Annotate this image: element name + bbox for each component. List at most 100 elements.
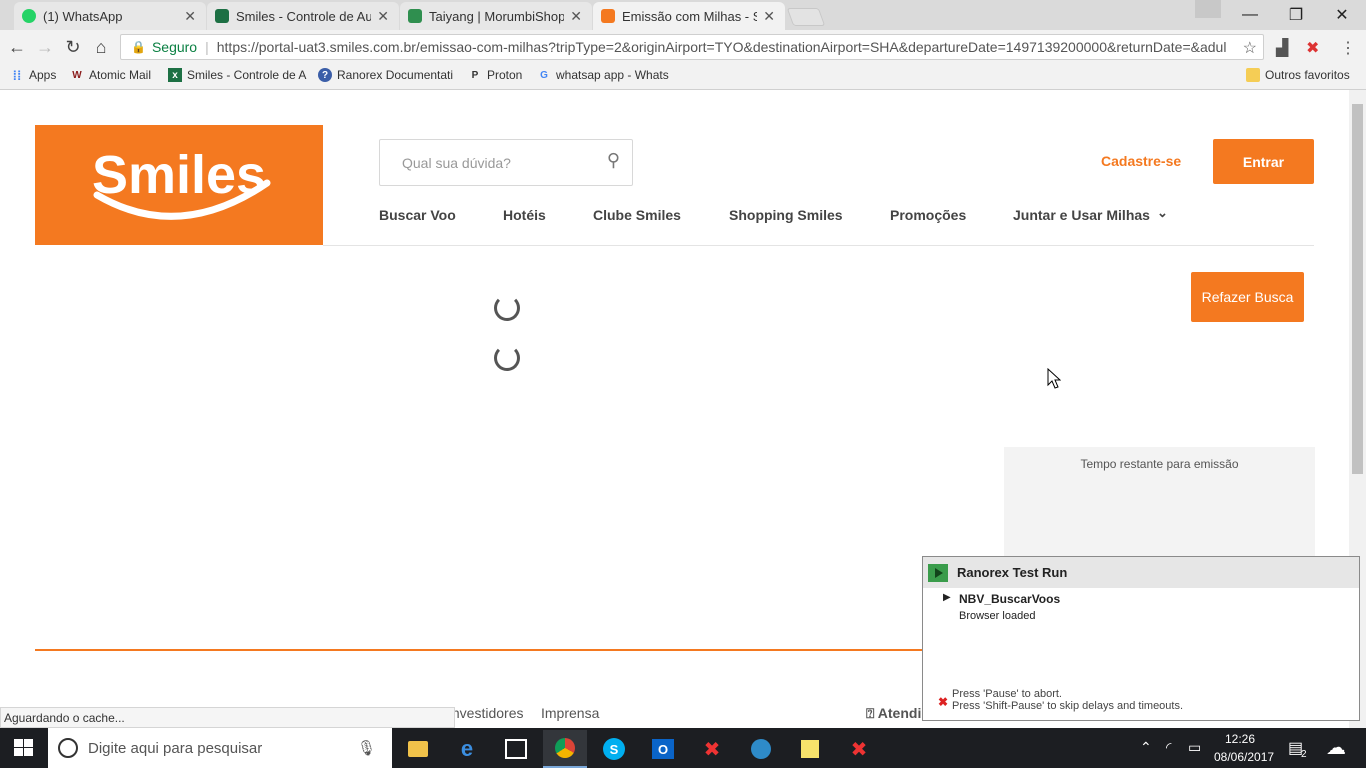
proton-icon: P (471, 69, 479, 81)
bookmark-whatsapp-search[interactable]: G whatsap app - Whats (537, 68, 669, 82)
header-divider (323, 245, 1314, 246)
url-text[interactable]: https://portal-uat3.smiles.com.br/emissa… (217, 39, 1227, 55)
nav-shopping-smiles[interactable]: Shopping Smiles (729, 207, 843, 223)
ranorex-hint-pause: Press 'Pause' to abort. (952, 688, 1062, 700)
edge-icon[interactable]: e (445, 730, 489, 768)
sticky-notes-icon[interactable] (788, 730, 832, 768)
ranorex-title: Ranorex Test Run (957, 565, 1068, 580)
loading-spinner-icon (494, 345, 520, 371)
google-icon: G (540, 69, 548, 81)
file-explorer-icon[interactable] (396, 730, 440, 768)
notification-count: 2 (1301, 749, 1307, 760)
weather-icon[interactable]: ☁ (1326, 735, 1346, 760)
nav-promocoes[interactable]: Promoções (890, 207, 966, 223)
taskbar-search-box[interactable]: Digite aqui para pesquisar 🎙 (48, 728, 392, 768)
footer-rule (35, 649, 922, 651)
windows-start-icon[interactable] (14, 739, 34, 760)
ranorex-test-name: NBV_BuscarVoos (959, 592, 1061, 606)
bookmark-apps[interactable]: ⁞⁞ Apps (10, 68, 57, 83)
nav-buscar-voo[interactable]: Buscar Voo (379, 207, 456, 223)
taskbar-time[interactable]: 12:26 (1225, 732, 1255, 746)
bookmark-label: Atomic Mail (89, 68, 152, 82)
ranorex-studio-icon[interactable]: ✖ (690, 730, 734, 768)
scrollbar-thumb[interactable] (1352, 104, 1363, 474)
address-bar[interactable]: 🔒 Seguro | https://portal-uat3.smiles.co… (120, 34, 1264, 60)
forward-icon[interactable]: → (34, 36, 56, 58)
chevron-down-icon[interactable]: ⌄ (1157, 205, 1168, 221)
skype-icon[interactable]: S (592, 730, 636, 768)
reload-icon[interactable]: ↻ (62, 36, 84, 58)
chat-icon: ⍰ (866, 705, 878, 721)
expand-arrow-icon[interactable]: ▶ (943, 592, 951, 603)
minimize-button[interactable]: — (1227, 0, 1273, 30)
close-icon[interactable]: ✕ (377, 8, 389, 25)
battery-icon[interactable]: ▭ (1188, 739, 1201, 756)
tab-taiyang[interactable]: Taiyang | MorumbiShopp ✕ (400, 2, 592, 30)
timer-label: Tempo restante para emissão (1080, 457, 1239, 471)
excel-icon (215, 9, 229, 23)
login-button[interactable]: Entrar (1213, 139, 1314, 184)
bookmark-proton[interactable]: P Proton (468, 68, 523, 82)
tab-whatsapp[interactable]: (1) WhatsApp ✕ (14, 2, 206, 30)
ranorex-help-icon: ? (318, 68, 332, 82)
bookmark-label: whatsap app - Whats (556, 68, 669, 82)
bookmark-smiles-controle[interactable]: x Smiles - Controle de A (168, 68, 306, 82)
menu-icon[interactable]: ⋮ (1340, 38, 1356, 58)
globe-app-icon[interactable] (739, 730, 783, 768)
bookmark-label: Proton (487, 68, 523, 82)
mouse-cursor-icon (1047, 367, 1062, 393)
tab-title: Emissão com Milhas - Sm (622, 8, 758, 24)
bookmark-ranorex-doc[interactable]: ? Ranorex Documentati (318, 68, 453, 82)
abort-icon: ✖ (938, 695, 949, 709)
back-icon[interactable]: ← (6, 36, 28, 58)
footer-link-investidores[interactable]: Investidores (448, 705, 523, 721)
tab-emissao-milhas[interactable]: Emissão com Milhas - Sm ✕ (593, 2, 785, 30)
sheets-icon (408, 9, 422, 23)
ranorex-extension-icon[interactable]: ✖ (1306, 38, 1319, 58)
tab-title: (1) WhatsApp (43, 8, 123, 24)
network-icon[interactable]: ◜ (1166, 739, 1171, 756)
home-icon[interactable]: ⌂ (90, 36, 112, 58)
nav-clube-smiles[interactable]: Clube Smiles (593, 207, 681, 223)
help-search-input[interactable] (400, 154, 594, 172)
nav-hoteis[interactable]: Hotéis (503, 207, 546, 223)
taskbar-search-placeholder: Digite aqui para pesquisar (88, 739, 263, 757)
taskbar-date[interactable]: 08/06/2017 (1214, 750, 1274, 764)
folder-icon (1246, 68, 1260, 82)
signal-extension-icon[interactable]: ▟ (1276, 38, 1288, 58)
nav-juntar-usar-milhas[interactable]: Juntar e Usar Milhas (1013, 207, 1150, 223)
redo-search-button[interactable]: Refazer Busca (1191, 272, 1304, 322)
close-window-button[interactable]: ✕ (1319, 0, 1365, 30)
help-search-box[interactable]: ⚲ (379, 139, 633, 186)
ranorex-play-icon (928, 564, 948, 582)
restore-button[interactable]: ❐ (1273, 0, 1319, 30)
bookmark-atomic-mail[interactable]: W Atomic Mail (70, 68, 151, 82)
ranorex-runner-icon[interactable]: ✖ (837, 730, 881, 768)
secure-label: Seguro (151, 39, 198, 55)
atomic-mail-icon: W (72, 69, 82, 81)
new-tab-button[interactable] (786, 8, 826, 26)
store-icon[interactable] (494, 730, 538, 768)
search-icon[interactable]: ⚲ (607, 150, 620, 171)
browser-status-bubble: Aguardando o cache... (0, 707, 455, 728)
bookmark-star-icon[interactable]: ☆ (1243, 38, 1257, 58)
footer-link-imprensa[interactable]: Imprensa (541, 705, 599, 721)
close-icon[interactable]: ✕ (763, 8, 775, 25)
tray-chevron-icon[interactable]: ⌃ (1140, 739, 1152, 756)
tab-title: Taiyang | MorumbiShopp (429, 8, 565, 24)
cortana-icon (58, 738, 78, 758)
bookmark-label: Smiles - Controle de A (187, 68, 307, 82)
ranorex-step: Browser loaded (959, 610, 1036, 622)
chrome-icon[interactable] (543, 730, 587, 768)
bookmark-other-favorites[interactable]: Outros favoritos (1246, 68, 1350, 82)
profile-icon[interactable] (1195, 0, 1221, 18)
microphone-icon[interactable]: 🎙 (357, 739, 376, 757)
smiles-logo[interactable]: Smiles (35, 125, 323, 245)
signup-link[interactable]: Cadastre-se (1101, 153, 1181, 169)
smiles-logo-mark: Smiles (92, 145, 271, 220)
tab-smiles-controle[interactable]: Smiles - Controle de Aut ✕ (207, 2, 399, 30)
outlook-icon[interactable]: O (641, 730, 685, 768)
close-icon[interactable]: ✕ (184, 8, 196, 25)
close-icon[interactable]: ✕ (570, 8, 582, 25)
smiles-icon (601, 9, 615, 23)
